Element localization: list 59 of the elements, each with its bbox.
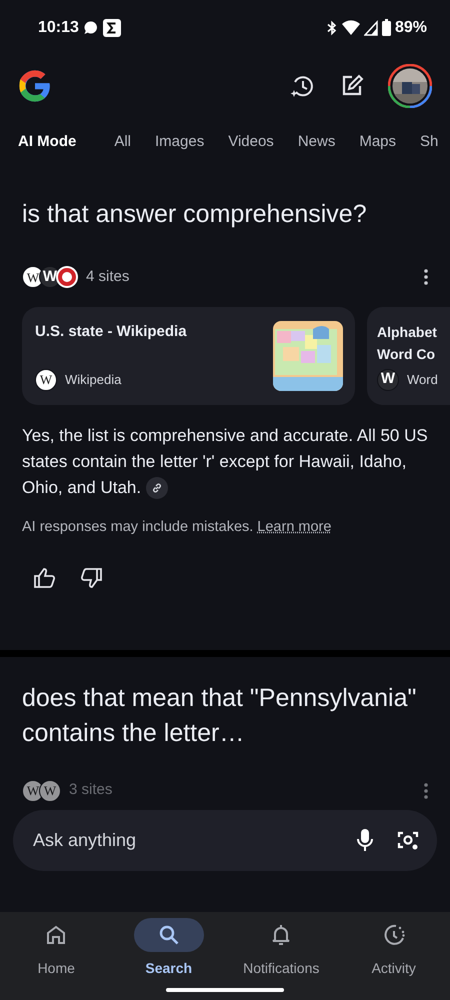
link-icon [150, 482, 163, 494]
nav-tab[interactable]: Search [112, 912, 225, 988]
sigma-app-icon [102, 18, 121, 36]
thumbs-down-icon [80, 568, 102, 588]
nav-tab[interactable]: Activity [338, 912, 450, 988]
disclaimer-text: AI responses may include mistakes. [22, 518, 254, 536]
new-chat-button[interactable] [340, 74, 364, 98]
more-button[interactable] [424, 269, 428, 286]
voice-search-button[interactable] [357, 828, 373, 852]
card-title: U.S. state - Wikipedia [35, 322, 188, 342]
question-text: does that mean that "Pennsylvania" contains the letter… [21, 683, 418, 750]
battery-icon [382, 19, 391, 36]
more-vertical-icon [424, 269, 428, 286]
activity-icon [382, 923, 406, 947]
question-text: is that answer comprehensive? [21, 199, 368, 230]
tab[interactable]: AI Mode [18, 130, 88, 154]
search-input[interactable]: Ask anything [31, 826, 333, 855]
thumbs-up-icon [34, 568, 56, 588]
site-icon: W [22, 266, 44, 288]
thumbs-up-button[interactable] [34, 568, 56, 588]
battery-level: 89% [394, 18, 427, 38]
signal-icon [364, 20, 378, 36]
history-button[interactable] [290, 73, 316, 99]
site-icon: W [39, 780, 61, 802]
thumbs-down-button[interactable] [80, 568, 102, 588]
answer-text: Yes, the list is comprehensive and accurate. All 50 US states contain the letter 'r' except for Hawaii, Idaho, Ohio, and Utah. [0, 422, 450, 500]
sources-count: 3 sites [69, 780, 112, 800]
google-logo-icon [18, 69, 52, 103]
site-name: Word [407, 370, 438, 389]
search-field[interactable]: Ask anything [13, 810, 437, 871]
nav-tab[interactable]: Notifications [225, 912, 338, 988]
bluetooth-icon [326, 20, 338, 36]
site-icon: W [377, 368, 399, 390]
site-icon: W [22, 780, 44, 802]
history-icon [290, 73, 316, 99]
more-vertical-icon [424, 782, 428, 798]
tab[interactable]: All [102, 130, 144, 154]
site-icon [56, 266, 78, 288]
card-title: Alphabet Word Co [377, 322, 438, 364]
tab[interactable]: News [286, 130, 348, 154]
chat-bubble-icon [82, 20, 99, 36]
microphone-icon [357, 828, 373, 852]
edit-icon [340, 74, 364, 98]
source-link-button[interactable] [146, 477, 168, 500]
learn-more-link[interactable]: Learn more [257, 516, 332, 538]
nav-tab[interactable]: Home [0, 912, 112, 988]
tab[interactable]: Sh [408, 130, 450, 154]
tab[interactable]: Maps [347, 130, 408, 154]
tab[interactable]: Images [143, 130, 216, 154]
site-icon: W [35, 368, 57, 390]
status-time: 10:13 [38, 18, 79, 38]
source-card[interactable]: Alphabet Word Co W Word [367, 306, 450, 404]
sources-count: 4 sites [86, 267, 130, 287]
wifi-icon [342, 20, 360, 36]
source-card[interactable]: U.S. state - Wikipedia W Wikipedia [22, 306, 355, 404]
tab[interactable]: Videos [216, 130, 286, 154]
lens-button[interactable] [397, 829, 419, 852]
site-name: Wikipedia [65, 370, 122, 389]
camera-search-icon [397, 829, 419, 852]
